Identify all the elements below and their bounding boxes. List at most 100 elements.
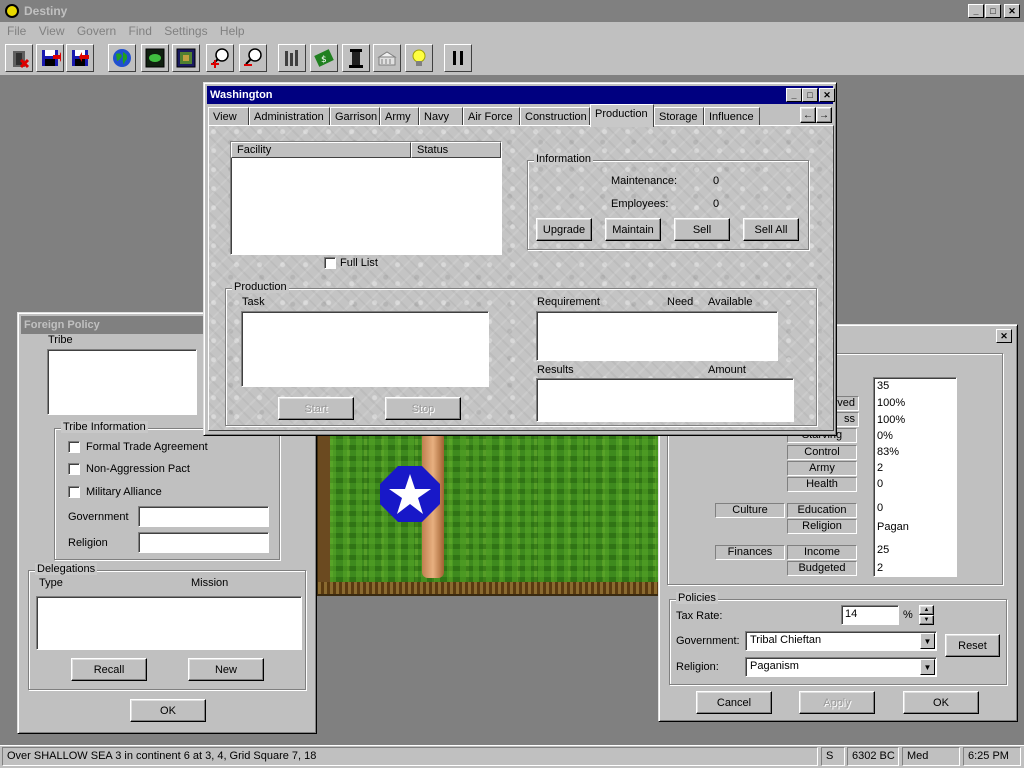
washington-titlebar[interactable]: Washington _ □ ✕ xyxy=(207,86,835,104)
minimap-icon[interactable] xyxy=(172,44,200,72)
washington-window[interactable]: Washington _ □ ✕ View Administration Gar… xyxy=(203,82,837,436)
stat-value: 0 xyxy=(877,502,884,514)
requirement-list[interactable] xyxy=(536,311,778,361)
tax-rate-value: 14 xyxy=(845,608,858,620)
save-icon[interactable] xyxy=(36,44,64,72)
stat-value: 100% xyxy=(877,414,906,426)
stop-button[interactable]: Stop xyxy=(385,397,461,420)
tax-rate-down-button[interactable]: ▼ xyxy=(919,615,934,625)
tab-air-force[interactable]: Air Force xyxy=(463,107,520,126)
app-maximize-button[interactable]: □ xyxy=(985,4,1001,18)
status-column-header[interactable]: Status xyxy=(411,142,501,158)
app-icon[interactable] xyxy=(5,4,19,18)
formal-trade-agreement-checkbox[interactable] xyxy=(68,441,80,453)
maintenance-value: 0 xyxy=(713,175,720,187)
zoom-in-icon[interactable] xyxy=(206,44,234,72)
pause-icon[interactable] xyxy=(444,44,472,72)
chevron-down-icon[interactable]: ▼ xyxy=(920,633,935,649)
load-icon[interactable] xyxy=(66,44,94,72)
fp-government-label: Government xyxy=(68,511,129,523)
sell-all-button[interactable]: Sell All xyxy=(743,218,799,241)
stat-value: 35 xyxy=(877,380,890,392)
buildings-icon[interactable] xyxy=(278,44,306,72)
non-aggression-pact-checkbox[interactable] xyxy=(68,463,80,475)
tab-garrison[interactable]: Garrison xyxy=(330,107,380,126)
washington-maximize-button[interactable]: □ xyxy=(802,88,818,102)
tax-rate-label: Tax Rate: xyxy=(676,610,723,622)
exit-icon[interactable] xyxy=(5,44,33,72)
city-stats-close-button[interactable]: ✕ xyxy=(996,329,1012,343)
stats-ok-button[interactable]: OK xyxy=(903,691,979,714)
zoom-out-icon[interactable] xyxy=(239,44,267,72)
money-icon[interactable]: $ xyxy=(310,44,338,72)
cancel-button[interactable]: Cancel xyxy=(696,691,772,714)
tax-rate-input[interactable]: 14 xyxy=(841,605,899,625)
full-list-checkbox[interactable] xyxy=(324,257,336,269)
app-title: Destiny xyxy=(24,4,68,18)
requirement-label: Requirement xyxy=(537,296,600,308)
tab-scroll-right-icon[interactable]: → xyxy=(816,107,832,123)
city-icon[interactable] xyxy=(373,44,401,72)
game-viewport[interactable] xyxy=(316,430,660,596)
menu-govern[interactable]: Govern xyxy=(77,24,116,38)
app-close-button[interactable]: ✕ xyxy=(1004,4,1020,18)
recall-button[interactable]: Recall xyxy=(71,658,147,681)
tribe-list[interactable] xyxy=(47,349,197,415)
facility-table[interactable]: Facility Status xyxy=(230,141,502,255)
policy-religion-label: Religion: xyxy=(676,661,719,673)
fp-ok-button[interactable]: OK xyxy=(130,699,206,722)
fp-religion-field[interactable] xyxy=(138,532,269,553)
apply-button[interactable]: Apply xyxy=(799,691,875,714)
tab-view[interactable]: View xyxy=(208,107,249,126)
facility-column-header[interactable]: Facility xyxy=(231,142,411,158)
delegations-list[interactable] xyxy=(36,596,302,650)
policy-religion-select[interactable]: Paganism ▼ xyxy=(745,657,937,677)
tab-production[interactable]: Production xyxy=(590,104,654,127)
app-titlebar: Destiny _ □ ✕ xyxy=(0,0,1024,22)
amount-label: Amount xyxy=(708,364,746,376)
menu-settings[interactable]: Settings xyxy=(164,24,207,38)
category-culture[interactable]: Culture xyxy=(715,503,785,518)
globe-icon[interactable] xyxy=(108,44,136,72)
military-alliance-checkbox[interactable] xyxy=(68,486,80,498)
tab-influence[interactable]: Influence xyxy=(704,107,760,126)
menu-help[interactable]: Help xyxy=(220,24,245,38)
menu-file[interactable]: File xyxy=(7,24,26,38)
chevron-down-icon[interactable]: ▼ xyxy=(920,659,935,675)
status-direction: S xyxy=(821,747,845,766)
status-date: 6302 BC xyxy=(847,747,899,766)
task-list[interactable] xyxy=(241,311,489,387)
stat-value: 0 xyxy=(877,478,884,490)
tab-construction[interactable]: Construction xyxy=(520,107,590,126)
tab-navy[interactable]: Navy xyxy=(419,107,463,126)
menu-find[interactable]: Find xyxy=(129,24,152,38)
policy-government-select[interactable]: Tribal Chieftan ▼ xyxy=(745,631,937,651)
new-button[interactable]: New xyxy=(188,658,264,681)
map-icon[interactable] xyxy=(141,44,169,72)
sell-button[interactable]: Sell xyxy=(674,218,730,241)
star-emblem-icon[interactable] xyxy=(378,464,442,524)
stat-label-health: Health xyxy=(787,477,857,492)
results-list[interactable] xyxy=(536,378,794,422)
menu-view[interactable]: View xyxy=(39,24,65,38)
tab-scroll-left-icon[interactable]: ← xyxy=(800,107,816,123)
stat-value: 2 xyxy=(877,462,884,474)
washington-close-button[interactable]: ✕ xyxy=(819,88,835,102)
military-alliance-label: Military Alliance xyxy=(86,486,162,498)
tab-army[interactable]: Army xyxy=(380,107,419,126)
tax-rate-up-button[interactable]: ▲ xyxy=(919,605,934,615)
start-button[interactable]: Start xyxy=(278,397,354,420)
government-icon[interactable] xyxy=(342,44,370,72)
idea-icon[interactable] xyxy=(405,44,433,72)
percent-sign: % xyxy=(903,609,913,621)
tab-administration[interactable]: Administration xyxy=(249,107,330,126)
reset-button[interactable]: Reset xyxy=(945,634,1000,657)
washington-minimize-button[interactable]: _ xyxy=(786,88,802,102)
category-finances[interactable]: Finances xyxy=(715,545,785,560)
fp-government-field[interactable] xyxy=(138,506,269,527)
maintain-button[interactable]: Maintain xyxy=(605,218,661,241)
policy-religion-value: Paganism xyxy=(750,660,799,672)
app-minimize-button[interactable]: _ xyxy=(968,4,984,18)
upgrade-button[interactable]: Upgrade xyxy=(536,218,592,241)
tab-storage[interactable]: Storage xyxy=(654,107,704,126)
